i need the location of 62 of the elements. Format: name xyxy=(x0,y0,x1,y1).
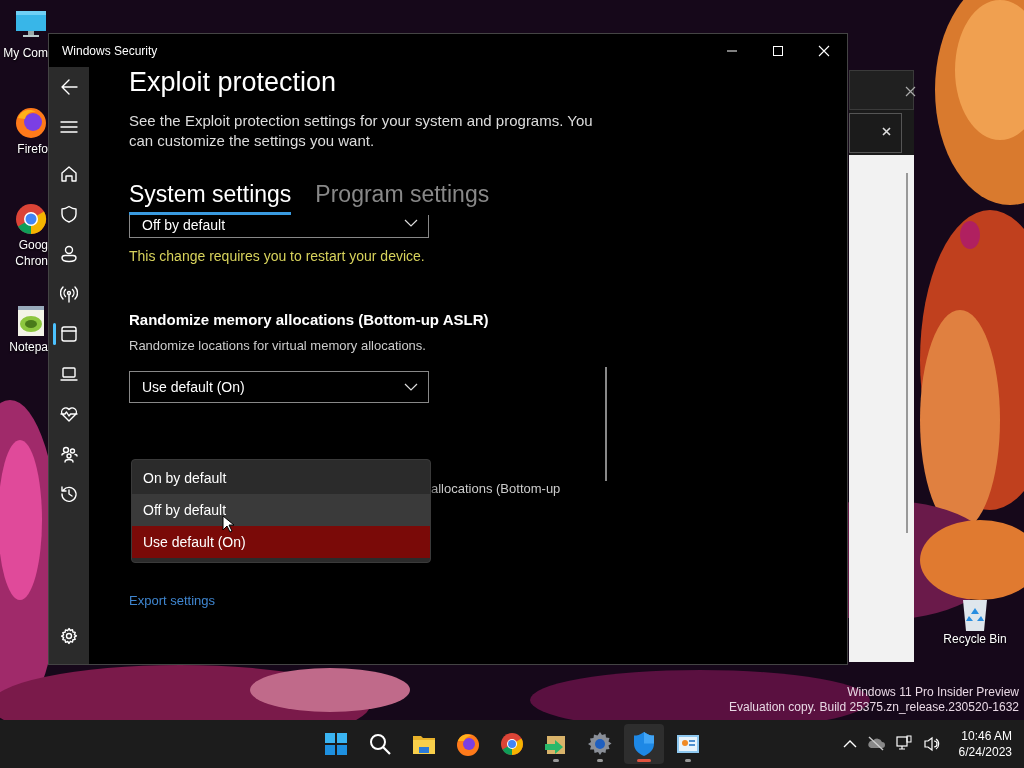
menu-item[interactable]: Use default (On) xyxy=(132,526,430,558)
icon-label: Goog xyxy=(17,238,48,252)
setting-description: allocations (Bottom-up xyxy=(431,480,562,498)
chevron-down-icon xyxy=(404,219,418,227)
cursor-icon xyxy=(222,515,234,533)
volume-icon xyxy=(922,735,941,753)
icon-label: Firefo xyxy=(16,142,48,156)
dropdown[interactable]: Use default (On) xyxy=(129,371,429,403)
setting-title: Randomize memory allocations (Bottom-up ASLR) xyxy=(129,310,490,330)
menu-item[interactable]: On by default xyxy=(132,462,430,494)
firefox-icon[interactable] xyxy=(14,106,48,140)
volume-button[interactable] xyxy=(922,735,941,753)
history-icon xyxy=(60,485,78,503)
shield-icon xyxy=(60,205,78,223)
icon-label: Recycle Bin xyxy=(942,632,1008,646)
build-info-text: Windows 11 Pro Insider Preview xyxy=(846,685,1019,700)
laptop-icon xyxy=(60,365,78,383)
cloud-off-icon xyxy=(866,735,885,753)
show-hidden-icons-button[interactable] xyxy=(842,740,857,748)
shield-icon xyxy=(631,731,657,757)
start-icon xyxy=(323,731,349,757)
chrome-icon[interactable] xyxy=(14,202,48,236)
scrollbar[interactable] xyxy=(906,173,908,533)
close-icon xyxy=(882,127,891,136)
back-icon xyxy=(60,78,78,96)
icon-label: Chron xyxy=(14,254,48,268)
tab[interactable]: Program settings xyxy=(315,181,490,215)
close-icon xyxy=(818,44,830,57)
clear-button[interactable] xyxy=(882,127,891,136)
chrome-icon xyxy=(499,731,525,757)
page-description: See the Exploit protection settings for your system and programs. You can customize the settings you want. xyxy=(129,111,594,151)
chevron-up-icon xyxy=(842,740,857,748)
build-info-text: Evaluation copy. Build 25375.zn_release.230520-1632 xyxy=(729,700,1019,715)
clock-button[interactable]: 10:46 AM 6/24/2023 xyxy=(950,728,1012,760)
network-icon xyxy=(894,735,913,753)
chevron-down-icon xyxy=(404,383,418,391)
page-title: Exploit protection xyxy=(129,67,338,97)
search-icon xyxy=(367,731,393,757)
icon-label: My Com xyxy=(2,46,48,60)
maximize-icon xyxy=(772,44,784,57)
scrollbar[interactable] xyxy=(605,367,607,481)
family-icon xyxy=(60,445,78,463)
antenna-icon xyxy=(60,285,78,303)
firefox-icon xyxy=(455,731,481,757)
input-field[interactable] xyxy=(849,113,902,153)
icon-label: Notepa xyxy=(8,340,48,354)
app-window-icon xyxy=(60,325,78,343)
menu-icon xyxy=(60,118,78,136)
export-settings-link[interactable]: Export settings xyxy=(129,590,215,610)
warning-text: This change requires you to restart your device. xyxy=(129,247,426,266)
onedrive-button[interactable] xyxy=(866,735,885,753)
dropdown[interactable]: Off by default xyxy=(129,215,429,238)
heart-pulse-icon xyxy=(60,405,78,423)
settings-icon xyxy=(587,731,613,757)
close-icon xyxy=(905,86,916,98)
setting-description: Randomize locations for virtual memory allocations. xyxy=(129,336,427,355)
window-title: Windows Security xyxy=(62,42,158,60)
settings-icon xyxy=(60,627,78,645)
home-icon xyxy=(60,165,78,183)
person-icon xyxy=(60,245,78,263)
network-button[interactable] xyxy=(894,735,913,753)
menu-item[interactable]: Off by default xyxy=(132,494,430,526)
